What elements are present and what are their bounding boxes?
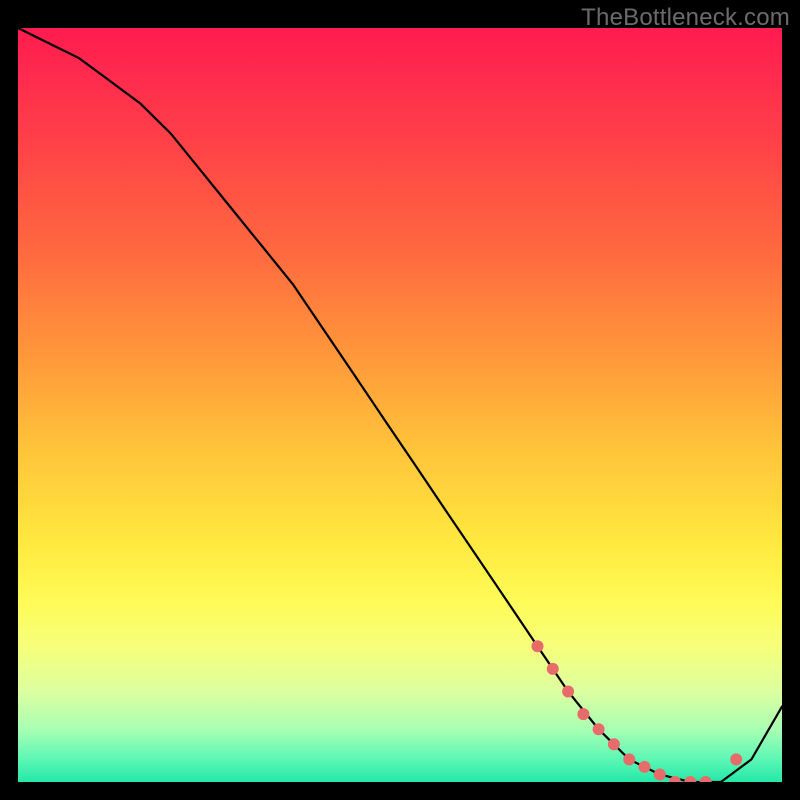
marker-dot [730, 753, 742, 765]
marker-dot [593, 723, 605, 735]
marker-dot [654, 769, 666, 781]
plot-area [18, 28, 782, 782]
marker-dot [608, 738, 620, 750]
marker-dot [639, 761, 651, 773]
marker-dot [700, 776, 712, 782]
marker-dot [547, 663, 559, 675]
marker-group [532, 640, 743, 782]
marker-dot [532, 640, 544, 652]
marker-dot [562, 686, 574, 698]
bottleneck-curve-path [18, 28, 782, 782]
marker-dot [623, 753, 635, 765]
marker-dot [577, 708, 589, 720]
chart-frame: TheBottleneck.com [0, 0, 800, 800]
watermark-text: TheBottleneck.com [581, 4, 790, 32]
marker-dot [684, 776, 696, 782]
curve-svg [18, 28, 782, 782]
